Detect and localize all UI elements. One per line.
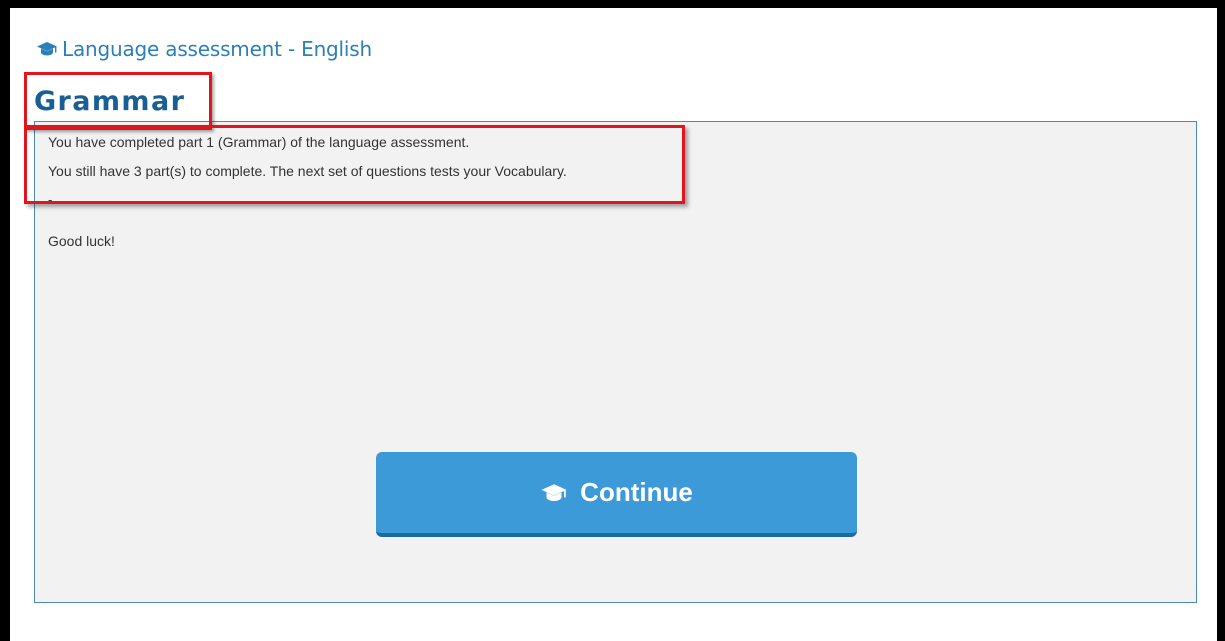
title-highlight-box [24,72,212,130]
continue-button[interactable]: Continue [376,452,857,537]
good-luck-message: Good luck! [48,233,115,249]
continue-button-label: Continue [580,477,693,507]
assessment-title: Language assessment - English [62,37,372,61]
graduation-cap-icon [36,41,58,57]
assessment-header: Language assessment - English [36,34,372,64]
graduation-cap-icon [540,483,568,503]
message-highlight-box [24,125,685,204]
assessment-window: Language assessment - English Grammar Yo… [10,8,1217,641]
